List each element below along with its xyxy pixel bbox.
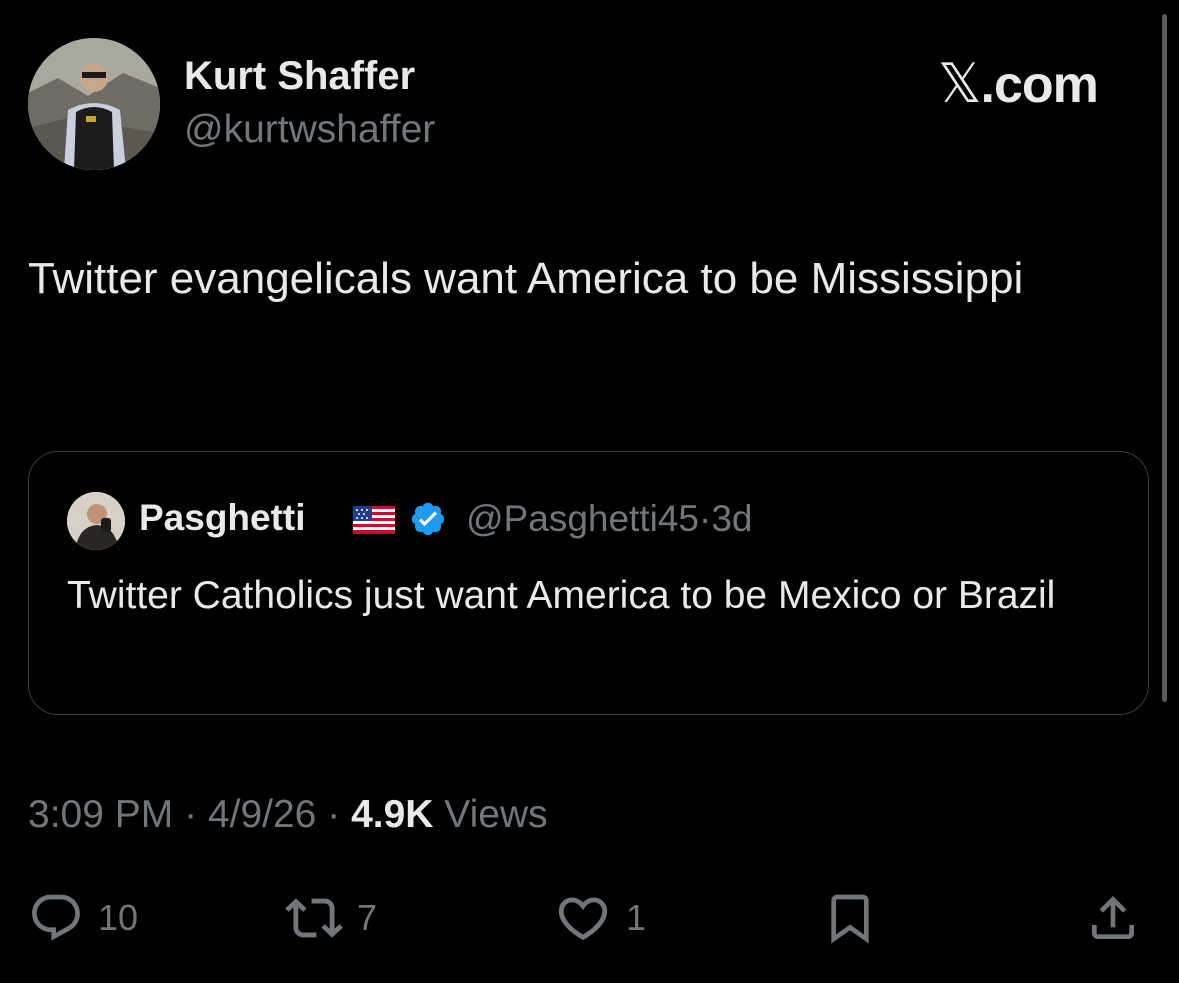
- quoted-text: Twitter Catholics just want America to b…: [67, 574, 1056, 617]
- profile-photo-icon: [28, 38, 160, 170]
- separator: ·: [698, 498, 712, 539]
- author-handle[interactable]: @kurtwshaffer: [184, 108, 435, 152]
- separator: ·: [184, 793, 198, 836]
- tweet-time[interactable]: 3:09 PM: [28, 793, 173, 836]
- separator: ·: [327, 793, 341, 836]
- reply-button[interactable]: 10: [28, 890, 138, 946]
- heart-icon: [558, 897, 608, 941]
- profile-photo-icon: [67, 492, 125, 550]
- us-flag-icon: [353, 506, 395, 534]
- verified-badge-icon: [411, 502, 445, 536]
- views-count[interactable]: 4.9K: [351, 793, 433, 836]
- quoted-age[interactable]: 3d: [711, 498, 752, 539]
- tweet-date[interactable]: 4/9/26: [208, 793, 316, 836]
- x-logo-icon: 𝕏: [938, 54, 982, 114]
- share-button[interactable]: [1085, 890, 1141, 946]
- bookmark-icon: [831, 894, 869, 944]
- retweet-icon: [285, 898, 343, 938]
- tweet-meta: 3:09 PM · 4/9/26 · 4.9K Views: [28, 793, 548, 837]
- retweet-button[interactable]: 7: [285, 890, 377, 946]
- quoted-name[interactable]: Pasghetti: [139, 497, 306, 539]
- tweet-text: Twitter evangelicals want America to be …: [28, 254, 1024, 303]
- reply-icon: [32, 894, 80, 941]
- quoted-handle[interactable]: @Pasghetti45: [466, 498, 699, 539]
- like-button[interactable]: 1: [554, 890, 646, 946]
- author-name[interactable]: Kurt Shaffer: [184, 54, 415, 99]
- retweet-count: 7: [357, 897, 378, 938]
- reply-count: 10: [98, 897, 139, 938]
- xcom-suffix: .com: [980, 56, 1099, 114]
- author-avatar[interactable]: [28, 38, 160, 170]
- like-count: 1: [626, 897, 647, 938]
- tweet-screenshot: Kurt Shaffer @kurtwshaffer 𝕏.com Twitter…: [0, 0, 1179, 983]
- scrollbar[interactable]: [1162, 14, 1167, 702]
- xcom-logo: 𝕏.com: [938, 52, 1099, 115]
- quoted-tweet[interactable]: Pasghetti @Pasghetti45·3d Twitter Cathol…: [28, 451, 1149, 715]
- quoted-avatar[interactable]: [67, 492, 125, 550]
- bookmark-button[interactable]: [822, 890, 878, 946]
- quoted-handle-line[interactable]: @Pasghetti45·3d: [466, 498, 752, 540]
- share-icon: [1092, 896, 1134, 939]
- views-label: Views: [444, 793, 548, 836]
